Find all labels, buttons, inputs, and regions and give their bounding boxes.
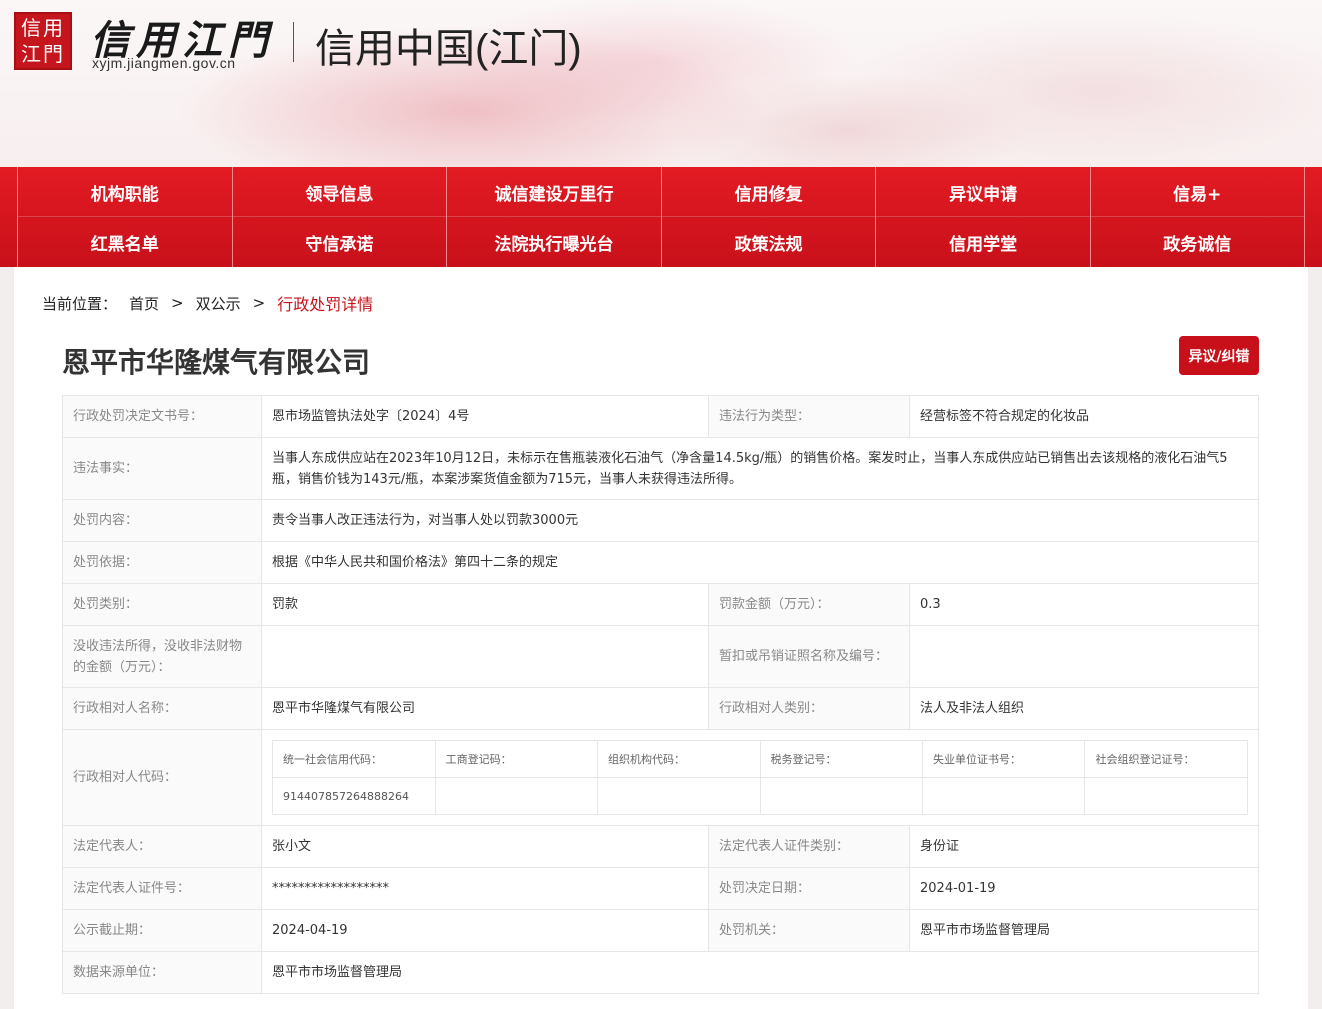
nav-item-xinyongxuetang[interactable]: 信用学堂: [875, 217, 1090, 267]
field-label: 暂扣或吊销证照名称及编号：: [708, 625, 910, 688]
table-row: 处罚依据： 根据《中华人民共和国价格法》第四十二条的规定: [62, 541, 1259, 584]
field-label: 法定代表人证件号：: [62, 867, 262, 910]
field-label: 处罚依据：: [62, 541, 262, 584]
table-row: 行政处罚决定文书号： 恩市场监管执法处字〔2024〕4号 违法行为类型： 经营标…: [62, 395, 1259, 438]
violation-type-value: 经营标签不符合规定的化妆品: [909, 395, 1259, 438]
field-label: 处罚机关：: [708, 909, 910, 952]
table-row: 没收违法所得，没收非法财物的金额（万元）： 暂扣或吊销证照名称及编号：: [62, 625, 1259, 688]
confiscate-value: [261, 625, 709, 688]
codes-value: [434, 777, 599, 815]
site-title: 信用中国(江门): [315, 27, 582, 71]
nav-row-2: 红黑名单 守信承诺 法院执行曝光台 政策法规 信用学堂 政务诚信: [17, 217, 1305, 267]
table-row: 处罚类别： 罚款 罚款金额（万元）： 0.3: [62, 583, 1259, 626]
field-label: 罚款金额（万元）：: [708, 583, 910, 626]
page-title: 恩平市华隆煤气有限公司: [62, 346, 371, 379]
logo-url: xyjm.jiangmen.gov.cn: [92, 55, 236, 71]
field-label: 处罚决定日期：: [708, 867, 910, 910]
legal-rep-value: 张小文: [261, 825, 709, 868]
seal-logo[interactable]: 信用江門: [14, 12, 72, 70]
main-content: 当前位置： 首页 > 双公示 > 行政处罚详情 恩平市华隆煤气有限公司 异议/纠…: [14, 267, 1308, 1009]
nav-item-zhengcefagui[interactable]: 政策法规: [660, 217, 876, 267]
breadcrumb-separator: >: [252, 294, 266, 312]
codes-header-row: 统一社会信用代码： 工商登记码： 组织机构代码： 税务登记号： 失业单位证书号：…: [272, 740, 1248, 778]
field-label: 违法事实：: [62, 437, 262, 500]
field-label: 违法行为类型：: [708, 395, 910, 438]
field-label: 行政相对人代码：: [62, 729, 262, 826]
codes-header: 组织机构代码：: [597, 740, 761, 778]
codes-header: 失业单位证书号：: [921, 740, 1086, 778]
codes-value-row: 914407857264888264: [272, 777, 1248, 815]
field-label: 处罚类别：: [62, 583, 262, 626]
fine-amount-value: 0.3: [909, 583, 1259, 626]
credit-code-value: 914407857264888264: [272, 777, 436, 815]
main-nav: 机构职能 领导信息 诚信建设万里行 信用修复 异议申请 信易+ 红黑名单 守信承…: [0, 167, 1322, 267]
decision-date-value: 2024-01-19: [909, 867, 1259, 910]
codes-header: 税务登记号：: [759, 740, 923, 778]
penalty-basis-value: 根据《中华人民共和国价格法》第四十二条的规定: [261, 541, 1259, 584]
breadcrumb-current: 行政处罚详情: [277, 295, 374, 314]
logo-divider: [293, 22, 294, 62]
codes-value: [597, 777, 761, 815]
breadcrumb-label: 当前位置：: [42, 294, 118, 313]
objection-button[interactable]: 异议/纠错: [1179, 336, 1259, 375]
codes-header: 工商登记码：: [434, 740, 599, 778]
table-row: 法定代表人： 张小文 法定代表人证件类别： 身份证: [62, 825, 1259, 868]
decision-no-value: 恩市场监管执法处字〔2024〕4号: [261, 395, 709, 438]
breadcrumb-section[interactable]: 双公示: [196, 293, 241, 314]
facts-value: 当事人东成供应站在2023年10月12日，未标示在售瓶装液化石油气（净含量14.…: [261, 437, 1259, 500]
breadcrumb: 当前位置： 首页 > 双公示 > 行政处罚详情: [42, 291, 373, 315]
nav-item-yiyishenqing[interactable]: 异议申请: [875, 167, 1090, 217]
table-row: 行政相对人代码： 统一社会信用代码： 工商登记码： 组织机构代码： 税务登记号：…: [62, 729, 1259, 826]
table-row: 法定代表人证件号： ****************** 处罚决定日期： 202…: [62, 867, 1259, 910]
detail-table: 行政处罚决定文书号： 恩市场监管执法处字〔2024〕4号 违法行为类型： 经营标…: [62, 395, 1259, 994]
license-value: [909, 625, 1259, 688]
codes-header: 统一社会信用代码：: [272, 740, 436, 778]
nav-item-jigouzhineng[interactable]: 机构职能: [17, 167, 232, 217]
legal-rep-cert-no-value: ******************: [261, 867, 709, 910]
table-row: 处罚内容： 责令当事人改正违法行为，对当事人处以罚款3000元: [62, 499, 1259, 542]
codes-header: 社会组织登记证号：: [1084, 740, 1248, 778]
party-codes-cell: 统一社会信用代码： 工商登记码： 组织机构代码： 税务登记号： 失业单位证书号：…: [261, 729, 1259, 826]
table-row: 数据来源单位： 恩平市市场监督管理局: [62, 951, 1259, 994]
field-label: 法定代表人证件类别：: [708, 825, 910, 868]
codes-value: [1084, 777, 1248, 815]
field-label: 行政处罚决定文书号：: [62, 395, 262, 438]
penalty-content-value: 责令当事人改正违法行为，对当事人处以罚款3000元: [261, 499, 1259, 542]
field-label: 公示截止期：: [62, 909, 262, 952]
party-type-value: 法人及非法人组织: [909, 687, 1259, 730]
party-name-value: 恩平市华隆煤气有限公司: [261, 687, 709, 730]
field-label: 数据来源单位：: [62, 951, 262, 994]
source-value: 恩平市市场监督管理局: [261, 951, 1259, 994]
nav-item-fayuanzhixing[interactable]: 法院执行曝光台: [446, 217, 661, 267]
site-header: 信用江門 信用江門 xyjm.jiangmen.gov.cn 信用中国(江门): [0, 0, 1322, 167]
nav-item-lingdaoxinxi[interactable]: 领导信息: [231, 167, 447, 217]
breadcrumb-home[interactable]: 首页: [129, 293, 159, 314]
publish-deadline-value: 2024-04-19: [261, 909, 709, 952]
table-row: 公示截止期： 2024-04-19 处罚机关： 恩平市市场监督管理局: [62, 909, 1259, 952]
field-label: 处罚内容：: [62, 499, 262, 542]
breadcrumb-separator: >: [171, 294, 184, 312]
nav-item-hongheimingdan[interactable]: 红黑名单: [17, 217, 232, 267]
table-row: 行政相对人名称： 恩平市华隆煤气有限公司 行政相对人类别： 法人及非法人组织: [62, 687, 1259, 730]
legal-rep-cert-type-value: 身份证: [909, 825, 1259, 868]
penalty-category-value: 罚款: [261, 583, 709, 626]
field-label: 法定代表人：: [62, 825, 262, 868]
nav-item-shouxinchengnuo[interactable]: 守信承诺: [231, 217, 447, 267]
nav-item-xinyi[interactable]: 信易+: [1089, 167, 1305, 217]
party-codes-table: 统一社会信用代码： 工商登记码： 组织机构代码： 税务登记号： 失业单位证书号：…: [272, 740, 1248, 815]
codes-value: [759, 777, 923, 815]
field-label: 行政相对人类别：: [708, 687, 910, 730]
field-label: 没收违法所得，没收非法财物的金额（万元）：: [62, 625, 262, 688]
nav-item-chengxinjianshe[interactable]: 诚信建设万里行: [446, 167, 661, 217]
nav-row-1: 机构职能 领导信息 诚信建设万里行 信用修复 异议申请 信易+: [17, 167, 1305, 217]
field-label: 行政相对人名称：: [62, 687, 262, 730]
nav-item-zhengwuchengxin[interactable]: 政务诚信: [1089, 217, 1305, 267]
nav-item-xinyongxiufu[interactable]: 信用修复: [660, 167, 876, 217]
authority-value: 恩平市市场监督管理局: [909, 909, 1259, 952]
table-row: 违法事实： 当事人东成供应站在2023年10月12日，未标示在售瓶装液化石油气（…: [62, 437, 1259, 500]
codes-value: [921, 777, 1086, 815]
